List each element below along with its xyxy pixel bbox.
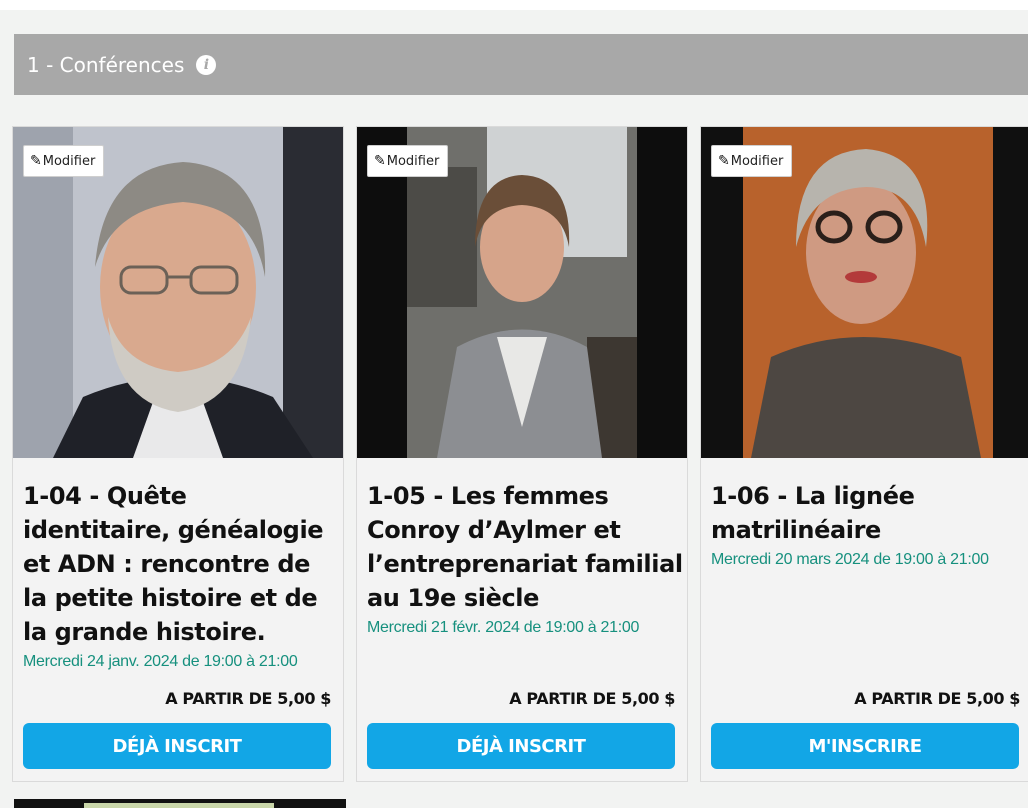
registered-button[interactable]: DÉJÀ INSCRIT <box>367 723 675 769</box>
price-label: A PARTIR DE 5,00 $ <box>854 689 1020 708</box>
register-button[interactable]: M'INSCRIRE <box>711 723 1019 769</box>
card-title-block: 1-06 - La lignée matrilinéaire Mercredi … <box>711 479 1028 571</box>
card-title-block: 1-05 - Les femmes Conroy d’Aylmer et l’e… <box>367 479 685 639</box>
modify-label: Modifier <box>386 153 440 169</box>
event-card[interactable]: ✎ Modifier 1-06 - La lignée matrilinéair… <box>700 126 1028 782</box>
price-label: A PARTIR DE 5,00 $ <box>165 689 331 708</box>
modify-button[interactable]: ✎ Modifier <box>711 145 793 177</box>
event-date: Mercredi 21 févr. 2024 de 19:00 à 21:00 <box>367 619 640 636</box>
event-title[interactable]: 1-05 - Les femmes Conroy d’Aylmer et l’e… <box>367 479 685 615</box>
modify-label: Modifier <box>42 153 96 169</box>
section-header: 1 - Conférences i <box>14 34 1028 95</box>
price-label: A PARTIR DE 5,00 $ <box>509 689 675 708</box>
event-card[interactable]: ✎ Modifier 1-04 - Quête identitaire, gén… <box>12 126 344 782</box>
info-icon[interactable]: i <box>196 54 217 75</box>
event-date: Mercredi 20 mars 2024 de 19:00 à 21:00 <box>711 551 989 568</box>
section-title: 1 - Conférences <box>27 52 185 77</box>
edit-icon: ✎ <box>30 153 42 169</box>
modify-button[interactable]: ✎ Modifier <box>367 145 449 177</box>
modify-button[interactable]: ✎ Modifier <box>23 145 105 177</box>
registered-button[interactable]: DÉJÀ INSCRIT <box>23 723 331 769</box>
event-card[interactable]: ✎ Modifier 1-05 - Les femmes Conroy d’Ay… <box>356 126 688 782</box>
next-event-card-partial[interactable] <box>14 799 346 808</box>
edit-icon: ✎ <box>718 153 730 169</box>
event-title[interactable]: 1-04 - Quête identitaire, généalogie et … <box>23 479 341 649</box>
event-title[interactable]: 1-06 - La lignée matrilinéaire <box>711 479 1028 547</box>
modify-label: Modifier <box>730 153 784 169</box>
card-title-block: 1-04 - Quête identitaire, généalogie et … <box>23 479 341 673</box>
event-date: Mercredi 24 janv. 2024 de 19:00 à 21:00 <box>23 653 298 670</box>
edit-icon: ✎ <box>374 153 386 169</box>
